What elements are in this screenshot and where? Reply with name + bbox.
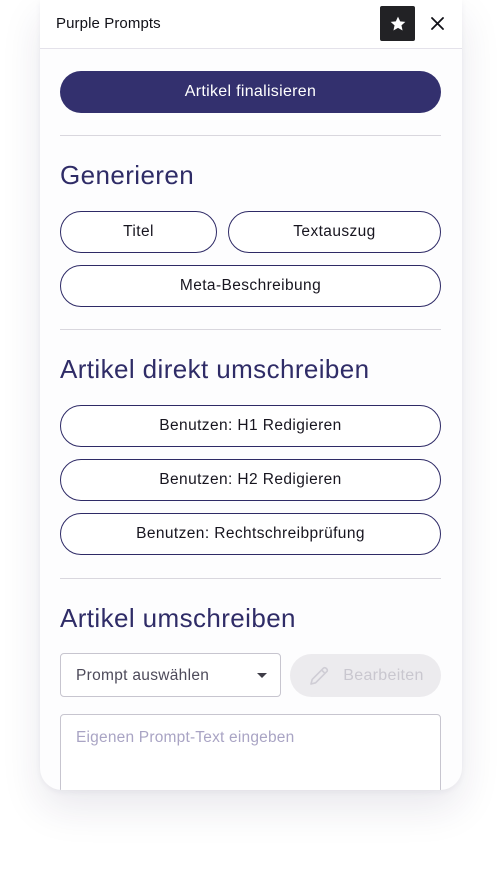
generate-excerpt-button[interactable]: Textauszug [228, 211, 441, 253]
favorite-button[interactable] [380, 6, 415, 41]
edit-button-label: Bearbeiten [343, 666, 424, 684]
section-title-rewrite: Artikel umschreiben [60, 603, 296, 633]
use-spellcheck-button[interactable]: Benutzen: Rechtschreibprüfung [60, 513, 441, 555]
prompts-panel: Purple Prompts Artikel finalisieren Gene… [40, 0, 462, 790]
caret-down-icon [257, 673, 267, 678]
generate-meta-description-button[interactable]: Meta-Beschreibung [60, 265, 441, 307]
use-h1-redigieren-button[interactable]: Benutzen: H1 Redigieren [60, 405, 441, 447]
finalize-article-button[interactable]: Artikel finalisieren [60, 71, 441, 113]
generate-title-button[interactable]: Titel [60, 211, 217, 253]
section-title-rewrite-direct: Artikel direkt umschreiben [60, 354, 370, 384]
panel-title: Purple Prompts [56, 15, 161, 32]
close-button[interactable] [426, 12, 448, 34]
custom-prompt-placeholder: Eigenen Prompt-Text eingeben [76, 729, 295, 746]
edit-button[interactable]: Bearbeiten [290, 654, 441, 697]
panel-header: Purple Prompts [40, 0, 462, 49]
prompt-select-value: Prompt auswählen [76, 667, 210, 684]
star-icon [390, 16, 405, 30]
prompt-select[interactable]: Prompt auswählen [60, 653, 281, 697]
divider [60, 329, 441, 330]
divider [60, 578, 441, 579]
use-h2-redigieren-button[interactable]: Benutzen: H2 Redigieren [60, 459, 441, 501]
close-icon [430, 16, 444, 30]
section-title-generate: Generieren [60, 160, 195, 190]
pencil-icon [310, 666, 329, 685]
custom-prompt-textarea[interactable]: Eigenen Prompt-Text eingeben [60, 714, 441, 790]
divider [60, 135, 441, 136]
